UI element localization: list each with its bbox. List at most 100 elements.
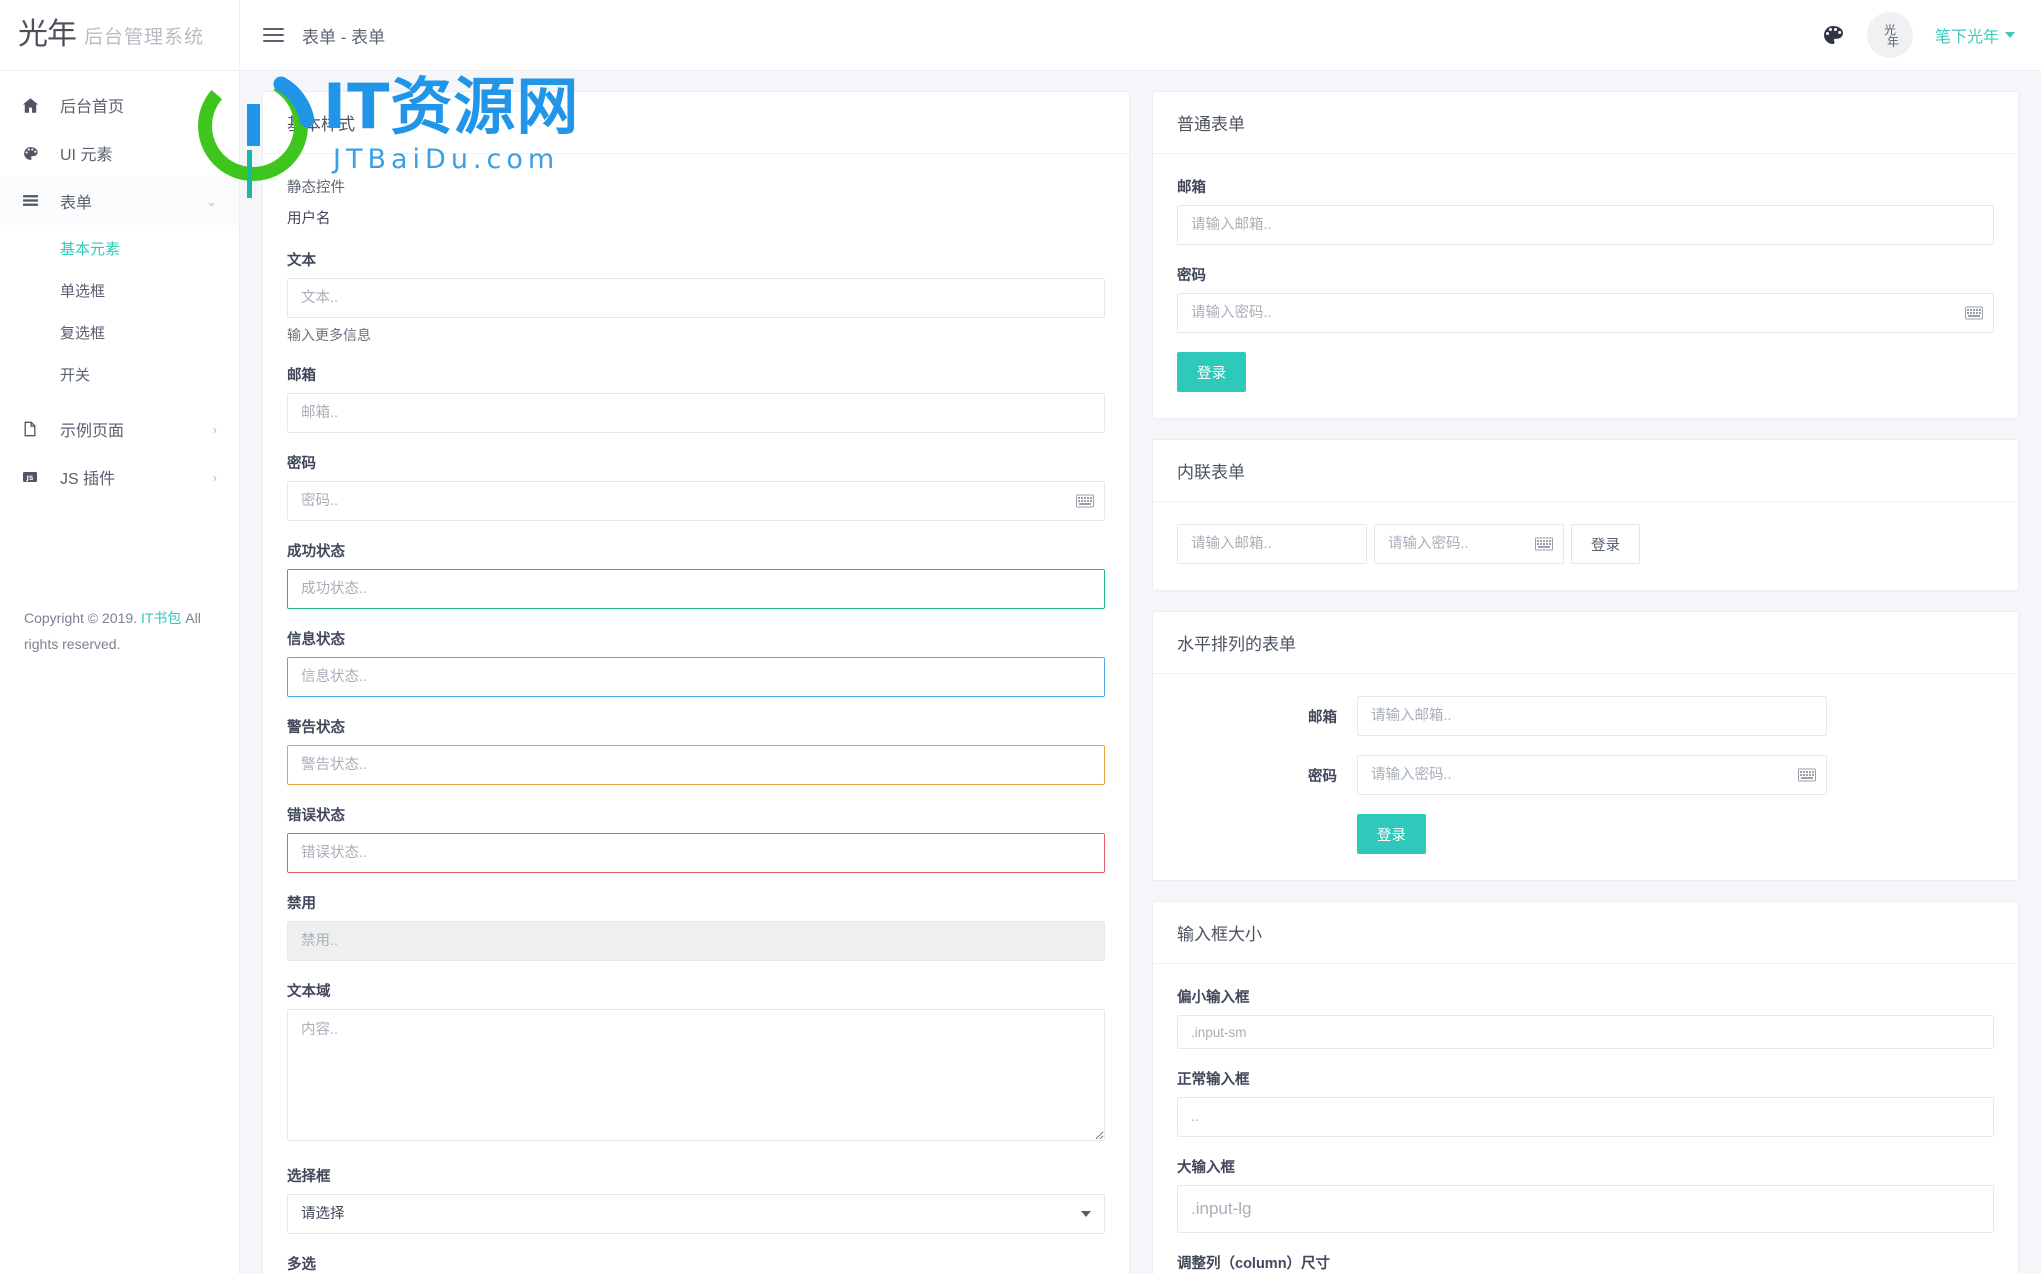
select-wrapper: 请选择 [287, 1194, 1105, 1234]
brand-logo[interactable]: 光年 后台管理系统 [0, 0, 240, 70]
password-wrapper [1177, 293, 1994, 333]
avatar[interactable]: 光年 [1866, 12, 1913, 58]
warning-label: 警告状态 [287, 720, 345, 736]
password-input[interactable] [287, 481, 1105, 521]
keyboard-icon[interactable] [1965, 306, 1983, 320]
horizontal-form-actions: 登录 [1177, 814, 1994, 854]
select-input[interactable]: 请选择 [287, 1194, 1105, 1234]
horizontal-email-input[interactable] [1357, 696, 1827, 736]
sidebar-item-label: 后台首页 [60, 99, 125, 116]
normal-form-submit-button[interactable]: 登录 [1177, 352, 1246, 392]
horizontal-form-submit-button[interactable]: 登录 [1357, 814, 1426, 854]
email-label: 邮箱 [287, 368, 316, 384]
sidebar-subnav-forms: 基本元素 单选框 复选框 开关 [0, 225, 239, 405]
palette-icon [22, 145, 44, 162]
card-title: 内联表单 [1153, 440, 2018, 502]
horizontal-email-label: 邮箱 [1308, 709, 1337, 726]
textarea-label: 文本域 [287, 984, 331, 1000]
textarea-group: 文本域 [287, 980, 1105, 1146]
normal-email-input[interactable] [1177, 205, 1994, 245]
small-input[interactable] [1177, 1015, 1994, 1049]
card-title: 基本样式 [263, 92, 1129, 154]
chevron-right-icon: › [212, 469, 217, 485]
js-icon: JS [22, 469, 44, 485]
card-title: 普通表单 [1153, 92, 2018, 154]
horizontal-email-row: 邮箱 [1177, 696, 1994, 736]
large-input[interactable] [1177, 1185, 1994, 1233]
sidebar-item-basic-elements[interactable]: 基本元素 [0, 229, 239, 271]
error-group: 错误状态 [287, 804, 1105, 873]
keyboard-icon[interactable] [1535, 537, 1553, 551]
sidebar-item-switch[interactable]: 开关 [0, 355, 239, 397]
palette-icon[interactable] [1821, 23, 1845, 47]
success-label: 成功状态 [287, 544, 345, 560]
card-title: 水平排列的表单 [1153, 612, 2018, 674]
user-menu[interactable]: 笔下光年 [1935, 23, 2015, 47]
card-title: 输入框大小 [1153, 902, 2018, 964]
horizontal-form-card: 水平排列的表单 邮箱 密码 [1152, 611, 2019, 881]
breadcrumb: 表单 - 表单 [302, 27, 386, 47]
copyright-link[interactable]: IT书包 [141, 610, 181, 626]
sidebar-item-checkbox[interactable]: 复选框 [0, 313, 239, 355]
disabled-group: 禁用 [287, 892, 1105, 961]
normal-password-label: 密码 [1177, 268, 1206, 284]
success-input[interactable] [287, 569, 1105, 609]
card-body: 邮箱 密码 [1153, 674, 2018, 880]
keyboard-icon[interactable] [1798, 768, 1816, 782]
sidebar-item-forms[interactable]: 表单 ⌄ [0, 177, 239, 225]
info-input[interactable] [287, 657, 1105, 697]
chevron-right-icon: › [212, 421, 217, 437]
text-group: 文本 输入更多信息 [287, 249, 1105, 345]
email-input[interactable] [287, 393, 1105, 433]
inline-form-submit-button[interactable]: 登录 [1571, 524, 1640, 564]
normal-email-label: 邮箱 [1177, 180, 1206, 196]
normal-input-group: 正常输入框 [1177, 1068, 1994, 1137]
warning-input[interactable] [287, 745, 1105, 785]
password-wrapper [1374, 524, 1564, 564]
text-label: 文本 [287, 253, 316, 269]
text-input[interactable] [287, 278, 1105, 318]
card-body: 偏小输入框 正常输入框 大输入框 调整列（column）尺寸 [1153, 964, 2018, 1274]
horizontal-password-input[interactable] [1357, 755, 1827, 795]
warning-group: 警告状态 [287, 716, 1105, 785]
sidebar-item-js-plugins[interactable]: JS JS 插件 › [0, 453, 239, 501]
sidebar-item-ui[interactable]: UI 元素 › [0, 129, 239, 177]
info-group: 信息状态 [287, 628, 1105, 697]
horizontal-password-label: 密码 [1308, 768, 1337, 785]
static-control-value: 用户名 [287, 211, 331, 227]
text-help: 输入更多信息 [287, 327, 371, 343]
inline-form-row: 登录 [1177, 524, 1994, 564]
sidebar-item-radio[interactable]: 单选框 [0, 271, 239, 313]
list-icon [22, 193, 44, 210]
static-control-label: 静态控件 [287, 180, 345, 196]
chevron-down-icon: ⌄ [206, 193, 217, 209]
card-body: 登录 [1153, 502, 2018, 590]
sidebar-item-label: 示例页面 [60, 423, 125, 440]
keyboard-icon[interactable] [1076, 494, 1094, 508]
sidebar-item-home[interactable]: 后台首页 [0, 81, 239, 129]
normal-input[interactable] [1177, 1097, 1994, 1137]
column-size-label: 调整列（column）尺寸 [1177, 1256, 1331, 1272]
sidebar-item-label: JS 插件 [60, 471, 116, 488]
normal-password-group: 密码 [1177, 264, 1994, 333]
user-name: 笔下光年 [1934, 29, 1999, 46]
sidebar-item-label: UI 元素 [60, 147, 113, 164]
disabled-input [287, 921, 1105, 961]
hamburger-icon[interactable] [263, 28, 284, 42]
select-group: 选择框 请选择 [287, 1165, 1105, 1234]
disabled-label: 禁用 [287, 896, 316, 912]
password-group: 密码 [287, 452, 1105, 521]
large-input-group: 大输入框 [1177, 1156, 1994, 1233]
copyright-prefix: Copyright © 2019. [24, 610, 141, 626]
error-input[interactable] [287, 833, 1105, 873]
password-wrapper [1357, 755, 1827, 795]
normal-form-card: 普通表单 邮箱 密码 登录 [1152, 91, 2019, 419]
inline-email-input[interactable] [1177, 524, 1367, 564]
sidebar-item-example-pages[interactable]: 示例页面 › [0, 405, 239, 453]
textarea-input[interactable] [287, 1009, 1105, 1141]
small-input-label: 偏小输入框 [1177, 990, 1250, 1006]
sidebar-item-label: 表单 [60, 195, 93, 212]
normal-password-input[interactable] [1177, 293, 1994, 333]
card-body: 邮箱 密码 登录 [1153, 154, 2018, 418]
sidebar: 后台首页 UI 元素 › 表单 ⌄ 基本元素 单选框 复选框 开关 示例页面 ›… [0, 71, 240, 1274]
